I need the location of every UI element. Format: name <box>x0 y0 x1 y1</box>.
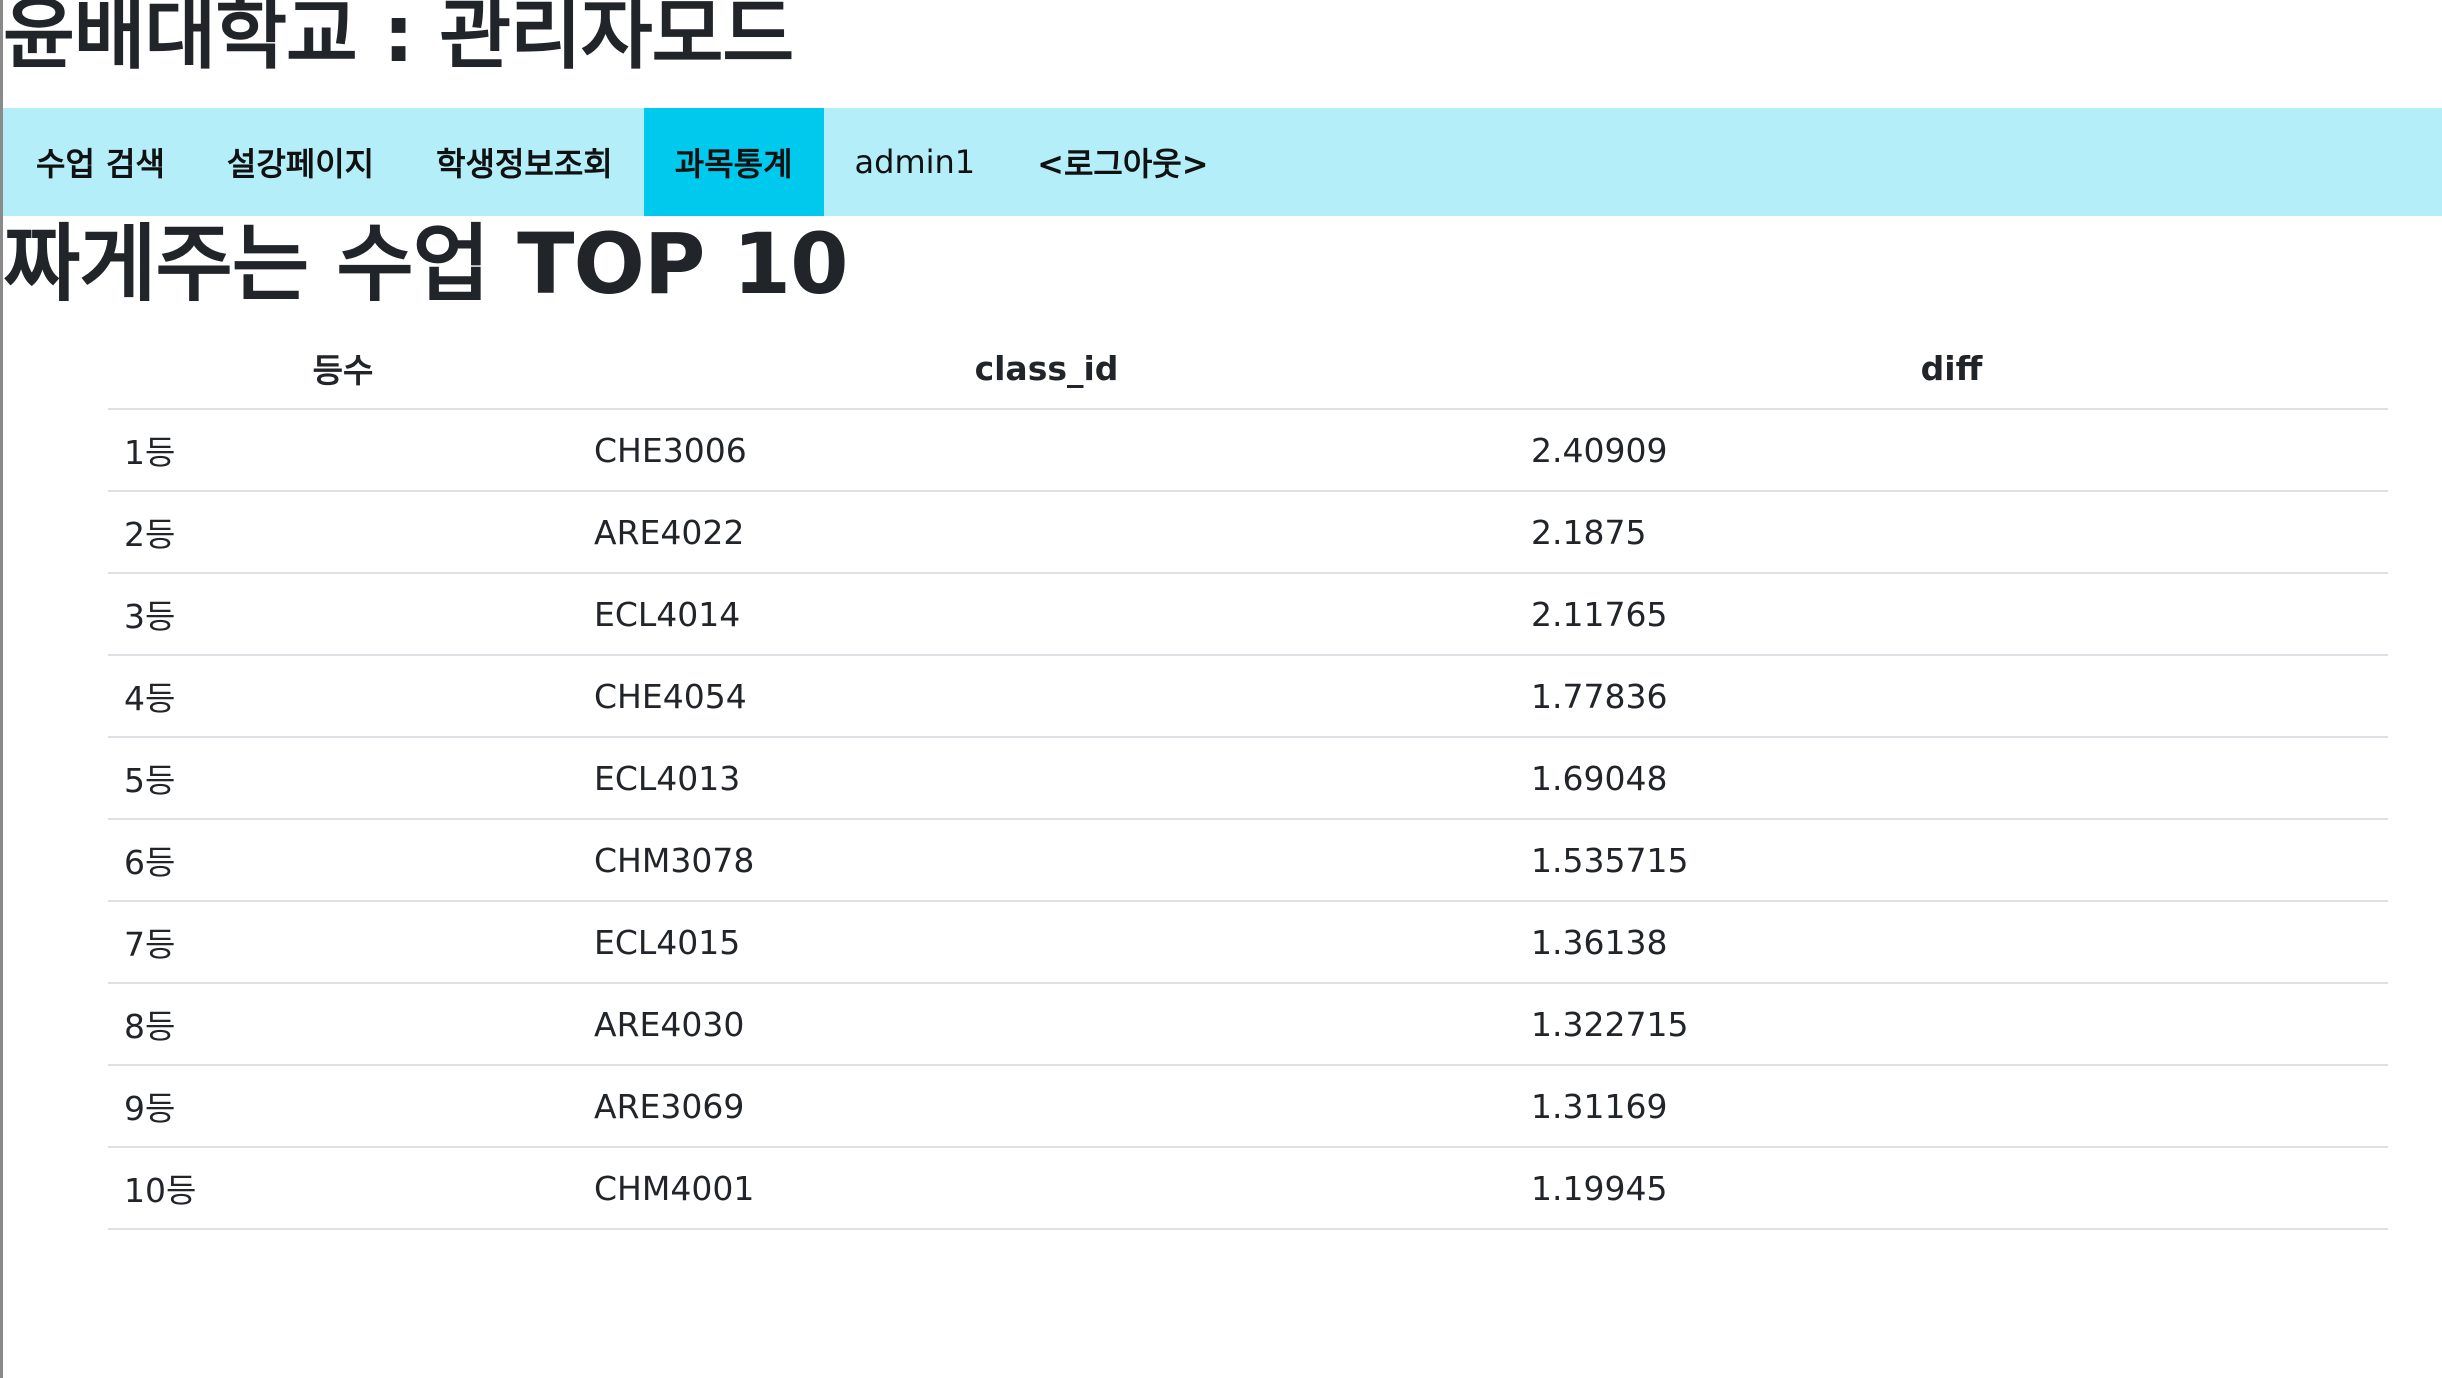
diff-cell: 1.69048 <box>1515 737 2388 820</box>
diff-cell: 2.1875 <box>1515 491 2388 574</box>
section-title: 짜게주는 수업 TOP 10 <box>3 215 849 313</box>
rank-cell: 3등 <box>108 573 578 656</box>
table-row: 2등 ARE4022 2.1875 <box>108 491 2388 574</box>
diff-cell: 1.19945 <box>1515 1147 2388 1230</box>
site-title: 윤배대학교 : 관리자모드 <box>3 0 794 80</box>
class-id-cell: CHE4054 <box>578 655 1515 738</box>
diff-cell: 1.31169 <box>1515 1065 2388 1148</box>
diff-cell: 2.11765 <box>1515 573 2388 656</box>
rank-cell: 9등 <box>108 1065 578 1148</box>
table-row: 5등 ECL4013 1.69048 <box>108 737 2388 820</box>
diff-cell: 1.77836 <box>1515 655 2388 738</box>
diff-cell: 1.535715 <box>1515 819 2388 902</box>
rank-cell: 10등 <box>108 1147 578 1230</box>
class-id-cell: ARE3069 <box>578 1065 1515 1148</box>
table-header-row: 등수 class_id diff <box>108 328 2388 410</box>
rank-cell: 8등 <box>108 983 578 1066</box>
class-id-cell: ECL4015 <box>578 901 1515 984</box>
diff-cell: 2.40909 <box>1515 409 2388 492</box>
class-id-cell: ECL4013 <box>578 737 1515 820</box>
class-id-cell: ARE4030 <box>578 983 1515 1066</box>
class-id-cell: CHM3078 <box>578 819 1515 902</box>
rank-cell: 1등 <box>108 409 578 492</box>
header-class-id: class_id <box>578 328 1515 410</box>
table-row: 8등 ARE4030 1.322715 <box>108 983 2388 1066</box>
nav-logout[interactable]: <로그아웃> <box>1006 108 1239 216</box>
table-row: 6등 CHM3078 1.535715 <box>108 819 2388 902</box>
nav-course-stats[interactable]: 과목통계 <box>643 108 824 216</box>
table-row: 9등 ARE3069 1.31169 <box>108 1065 2388 1148</box>
class-id-cell: ARE4022 <box>578 491 1515 574</box>
class-id-cell: ECL4014 <box>578 573 1515 656</box>
ranking-table: 등수 class_id diff 1등 CHE3006 2.40909 2등 A… <box>108 328 2388 1230</box>
header-rank: 등수 <box>108 328 578 410</box>
rank-cell: 4등 <box>108 655 578 738</box>
nav-course-setup[interactable]: 설강페이지 <box>196 108 405 216</box>
class-id-cell: CHE3006 <box>578 409 1515 492</box>
rank-cell: 2등 <box>108 491 578 574</box>
header-diff: diff <box>1515 328 2388 410</box>
rank-cell: 7등 <box>108 901 578 984</box>
nav-user-admin[interactable]: admin1 <box>824 108 1007 216</box>
table-row: 3등 ECL4014 2.11765 <box>108 573 2388 656</box>
rank-cell: 5등 <box>108 737 578 820</box>
table-row: 7등 ECL4015 1.36138 <box>108 901 2388 984</box>
navbar: 수업 검색 설강페이지 학생정보조회 과목통계 admin1 <로그아웃> <box>3 108 2442 216</box>
nav-class-search[interactable]: 수업 검색 <box>5 108 196 216</box>
diff-cell: 1.36138 <box>1515 901 2388 984</box>
class-id-cell: CHM4001 <box>578 1147 1515 1230</box>
table-row: 1등 CHE3006 2.40909 <box>108 409 2388 492</box>
table-row: 4등 CHE4054 1.77836 <box>108 655 2388 738</box>
rank-cell: 6등 <box>108 819 578 902</box>
table-row: 10등 CHM4001 1.19945 <box>108 1147 2388 1230</box>
nav-student-info[interactable]: 학생정보조회 <box>405 108 644 216</box>
page-frame: 윤배대학교 : 관리자모드 수업 검색 설강페이지 학생정보조회 과목통계 ad… <box>0 0 2442 1378</box>
diff-cell: 1.322715 <box>1515 983 2388 1066</box>
